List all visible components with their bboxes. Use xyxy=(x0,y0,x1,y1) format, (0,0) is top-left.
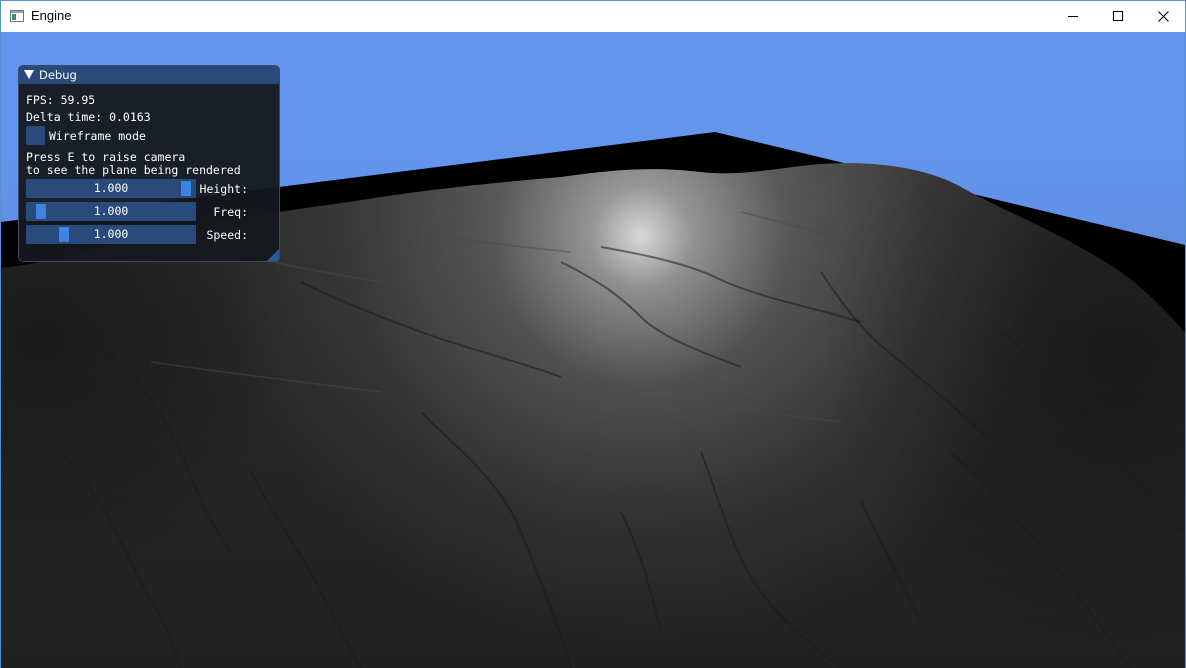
wireframe-checkbox[interactable] xyxy=(26,126,45,145)
maximize-icon xyxy=(1113,11,1123,21)
speed-slider-value: 1.000 xyxy=(93,227,129,241)
freq-slider-label: Freq: xyxy=(213,205,248,219)
minimize-button[interactable] xyxy=(1050,1,1096,31)
maximize-button[interactable] xyxy=(1095,1,1141,31)
close-icon xyxy=(1157,10,1169,22)
window-title: Engine xyxy=(31,8,72,23)
debug-panel-title: Debug xyxy=(39,68,77,82)
debug-panel-header[interactable]: Debug xyxy=(19,66,279,84)
app-window-icon xyxy=(10,10,24,22)
app-window: Engine Debug FPS: 59.95 Delta time: 0.01… xyxy=(0,0,1186,668)
title-bar[interactable]: Engine xyxy=(1,1,1185,31)
freq-slider[interactable]: 1.000 xyxy=(26,202,196,221)
delta-time-readout: Delta time: 0.0163 xyxy=(26,110,151,124)
render-viewport[interactable]: Debug FPS: 59.95 Delta time: 0.0163 Wire… xyxy=(1,32,1185,668)
debug-panel[interactable]: Debug FPS: 59.95 Delta time: 0.0163 Wire… xyxy=(18,65,280,262)
hint-text-line-2: to see the plane being rendered xyxy=(26,163,241,177)
speed-slider[interactable]: 1.000 xyxy=(26,225,196,244)
close-button[interactable] xyxy=(1140,1,1186,31)
freq-slider-value: 1.000 xyxy=(93,204,129,218)
height-slider-label: Height: xyxy=(199,182,248,196)
resize-grip[interactable] xyxy=(267,249,279,261)
fps-readout: FPS: 59.95 xyxy=(26,93,96,107)
wireframe-label: Wireframe mode xyxy=(49,129,146,143)
minimize-icon xyxy=(1068,16,1078,17)
hint-text-line-1: Press E to raise camera xyxy=(26,150,186,164)
collapse-arrow-icon[interactable] xyxy=(24,70,34,79)
speed-slider-label: Speed: xyxy=(206,228,248,242)
height-slider-value: 1.000 xyxy=(93,181,129,195)
height-slider[interactable]: 1.000 xyxy=(26,179,196,198)
